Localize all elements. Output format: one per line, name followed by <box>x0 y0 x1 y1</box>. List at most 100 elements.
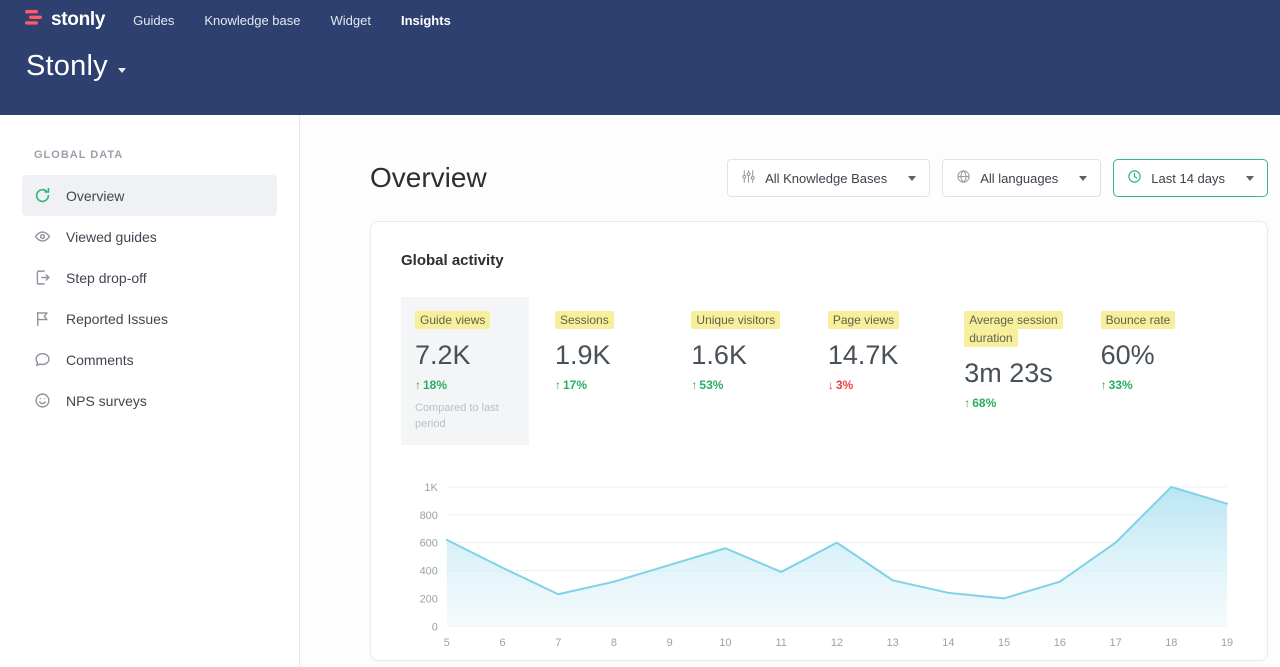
svg-text:800: 800 <box>420 510 438 522</box>
svg-text:1K: 1K <box>424 482 438 494</box>
page-title: Overview <box>370 162 487 194</box>
svg-text:8: 8 <box>611 637 617 649</box>
trend-arrow-icon: ↑ <box>555 378 561 392</box>
svg-text:18: 18 <box>1165 637 1177 649</box>
metric-value: 3m 23s <box>964 358 1100 389</box>
content-area: GLOBAL DATA Overview Viewed guides <box>0 115 1280 667</box>
stonly-logo-text: stonly <box>51 9 105 31</box>
filter-label: Last 14 days <box>1151 171 1225 186</box>
svg-text:11: 11 <box>776 637 787 649</box>
metric-unique-visitors[interactable]: Unique visitors 1.6K ↑53% <box>691 297 827 445</box>
chevron-down-icon <box>1079 176 1087 181</box>
clock-icon <box>1127 169 1142 187</box>
languages-filter[interactable]: All languages <box>942 159 1101 197</box>
svg-text:10: 10 <box>719 637 731 649</box>
metric-value: 1.9K <box>555 340 691 371</box>
svg-text:200: 200 <box>420 593 438 605</box>
chevron-down-icon <box>1246 176 1254 181</box>
step-dropoff-icon <box>34 269 51 286</box>
metric-guide-views[interactable]: Guide views 7.2K ↑18% Compared to last p… <box>401 297 529 445</box>
svg-text:400: 400 <box>420 565 438 577</box>
chevron-down-icon <box>118 68 126 73</box>
metric-value: 1.6K <box>691 340 827 371</box>
top-nav: Guides Knowledge base Widget Insights <box>133 13 451 28</box>
trend-arrow-icon: ↓ <box>828 378 834 392</box>
metric-bounce-rate[interactable]: Bounce rate 60% ↑33% <box>1101 297 1237 445</box>
top-nav-knowledge-base[interactable]: Knowledge base <box>204 13 300 28</box>
main-panel: Overview All Knowledge Bases <box>300 115 1280 667</box>
sidebar-item-overview[interactable]: Overview <box>22 175 277 216</box>
svg-text:15: 15 <box>998 637 1010 649</box>
activity-chart: 02004006008001K5678910111213141516171819 <box>401 475 1237 654</box>
svg-text:600: 600 <box>420 538 438 550</box>
sidebar-item-viewed-guides[interactable]: Viewed guides <box>22 216 277 257</box>
metric-page-views[interactable]: Page views 14.7K ↓3% <box>828 297 964 445</box>
metric-change: ↑18% <box>415 378 515 392</box>
area-chart-svg: 02004006008001K5678910111213141516171819 <box>401 475 1237 654</box>
svg-text:6: 6 <box>499 637 505 649</box>
trend-arrow-icon: ↑ <box>1101 378 1107 392</box>
sidebar-item-label: Reported Issues <box>66 311 168 327</box>
chevron-down-icon <box>908 176 916 181</box>
metric-label: Unique visitors <box>691 311 780 329</box>
comment-icon <box>34 351 51 368</box>
metric-label: Page views <box>828 311 899 329</box>
date-range-filter[interactable]: Last 14 days <box>1113 159 1268 197</box>
card-title: Global activity <box>401 252 1237 269</box>
global-activity-card: Global activity Guide views 7.2K ↑18% Co… <box>370 221 1268 661</box>
sidebar-item-reported-issues[interactable]: Reported Issues <box>22 298 277 339</box>
filters: All Knowledge Bases All languages <box>727 159 1268 197</box>
sidebar-item-label: Comments <box>66 352 134 368</box>
metric-value: 14.7K <box>828 340 964 371</box>
sidebar-section-label: GLOBAL DATA <box>34 149 299 161</box>
sidebar-item-label: Overview <box>66 188 124 204</box>
stonly-logo[interactable]: stonly <box>24 9 105 31</box>
top-nav-widget[interactable]: Widget <box>331 13 371 28</box>
metric-note: Compared to last period <box>415 401 510 433</box>
svg-text:7: 7 <box>555 637 561 649</box>
metric-sessions[interactable]: Sessions 1.9K ↑17% <box>555 297 691 445</box>
metric-label: Bounce rate <box>1101 311 1176 329</box>
metric-avg-session-duration[interactable]: Average session duration 3m 23s ↑68% <box>964 297 1100 445</box>
sync-icon <box>34 187 51 204</box>
trend-arrow-icon: ↑ <box>415 378 421 392</box>
eye-icon <box>34 228 51 245</box>
trend-arrow-icon: ↑ <box>691 378 697 392</box>
metric-change: ↑53% <box>691 378 827 392</box>
globe-icon <box>956 169 971 187</box>
top-nav-insights[interactable]: Insights <box>401 13 451 28</box>
metric-change: ↑68% <box>964 396 1100 410</box>
top-header: stonly Guides Knowledge base Widget Insi… <box>0 0 1280 115</box>
sidebar: GLOBAL DATA Overview Viewed guides <box>0 115 300 667</box>
metrics-row: Guide views 7.2K ↑18% Compared to last p… <box>401 297 1237 445</box>
stonly-logo-icon <box>24 9 44 31</box>
svg-text:13: 13 <box>887 637 899 649</box>
workspace-title: Stonly <box>26 50 108 83</box>
top-nav-guides[interactable]: Guides <box>133 13 174 28</box>
sidebar-item-step-drop-off[interactable]: Step drop-off <box>22 257 277 298</box>
sliders-icon <box>741 169 756 187</box>
sidebar-item-label: Step drop-off <box>66 270 147 286</box>
metric-change: ↓3% <box>828 378 964 392</box>
svg-text:12: 12 <box>831 637 843 649</box>
svg-text:17: 17 <box>1109 637 1121 649</box>
metric-label: Average session duration <box>964 311 1063 347</box>
metric-value: 7.2K <box>415 340 515 371</box>
sidebar-item-nps-surveys[interactable]: NPS surveys <box>22 380 277 421</box>
svg-text:5: 5 <box>444 637 450 649</box>
trend-arrow-icon: ↑ <box>964 396 970 410</box>
svg-text:16: 16 <box>1054 637 1066 649</box>
filter-label: All languages <box>980 171 1058 186</box>
metric-change: ↑33% <box>1101 378 1237 392</box>
metric-change: ↑17% <box>555 378 691 392</box>
svg-text:0: 0 <box>432 621 438 633</box>
svg-text:14: 14 <box>942 637 954 649</box>
knowledge-bases-filter[interactable]: All Knowledge Bases <box>727 159 930 197</box>
sidebar-item-comments[interactable]: Comments <box>22 339 277 380</box>
top-nav-bar: stonly Guides Knowledge base Widget Insi… <box>0 0 1280 40</box>
metric-label: Sessions <box>555 311 614 329</box>
sidebar-item-label: NPS surveys <box>66 393 147 409</box>
sidebar-item-label: Viewed guides <box>66 229 157 245</box>
metric-label: Guide views <box>415 311 490 329</box>
workspace-selector[interactable]: Stonly <box>0 40 1280 83</box>
